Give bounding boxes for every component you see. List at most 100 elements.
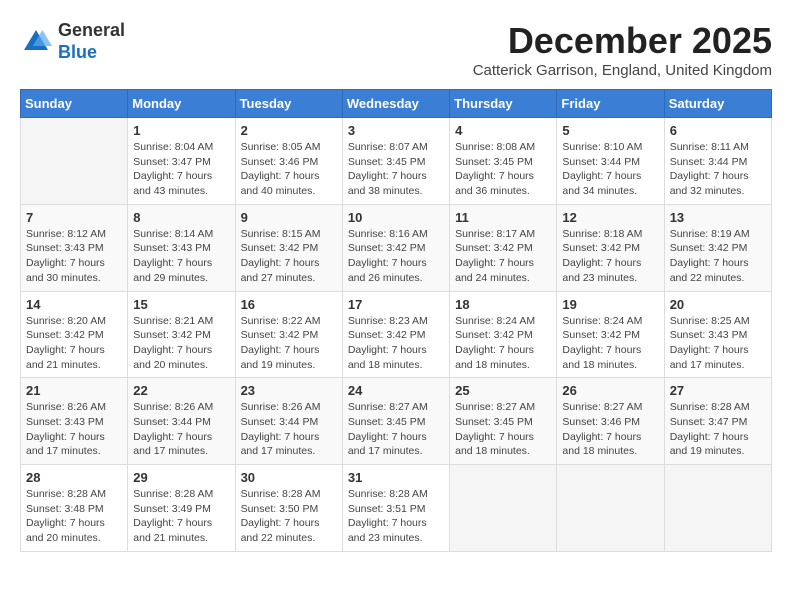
calendar-cell	[21, 118, 128, 205]
day-number: 5	[562, 123, 658, 138]
day-number: 23	[241, 383, 337, 398]
calendar-week-row: 14Sunrise: 8:20 AMSunset: 3:42 PMDayligh…	[21, 291, 772, 378]
day-number: 30	[241, 470, 337, 485]
calendar-cell: 29 Sunrise: 8:28 AMSunset: 3:49 PMDayligh…	[128, 465, 235, 552]
day-info: Sunrise: 8:28 AMSunset: 3:51 PMDaylight:…	[348, 487, 444, 546]
day-number: 9	[241, 210, 337, 225]
calendar-cell: 20Sunrise: 8:25 AMSunset: 3:43 PMDayligh…	[664, 291, 771, 378]
day-info: Sunrise: 8:26 AMSunset: 3:44 PMDaylight:…	[133, 400, 229, 459]
day-number: 27	[670, 383, 766, 398]
day-number: 15	[133, 297, 229, 312]
weekday-header: Thursday	[450, 90, 557, 118]
day-number: 14	[26, 297, 122, 312]
day-info: Sunrise: 8:15 AMSunset: 3:42 PMDaylight:…	[241, 227, 337, 286]
weekday-header: Wednesday	[342, 90, 449, 118]
day-number: 7	[26, 210, 122, 225]
day-number: 10	[348, 210, 444, 225]
calendar-cell: 8 Sunrise: 8:14 AMSunset: 3:43 PMDaylight…	[128, 204, 235, 291]
weekday-header: Saturday	[664, 90, 771, 118]
day-number: 6	[670, 123, 766, 138]
day-number: 17	[348, 297, 444, 312]
calendar-cell: 15 Sunrise: 8:21 AMSunset: 3:42 PMDayligh…	[128, 291, 235, 378]
weekday-header: Friday	[557, 90, 664, 118]
calendar-cell: 11 Sunrise: 8:17 AMSunset: 3:42 PMDayligh…	[450, 204, 557, 291]
day-info: Sunrise: 8:07 AMSunset: 3:45 PMDaylight:…	[348, 140, 444, 199]
day-info: Sunrise: 8:19 AMSunset: 3:42 PMDaylight:…	[670, 227, 766, 286]
logo-text: General Blue	[58, 20, 125, 63]
day-info: Sunrise: 8:24 AMSunset: 3:42 PMDaylight:…	[455, 314, 551, 373]
day-number: 8	[133, 210, 229, 225]
day-info: Sunrise: 8:25 AMSunset: 3:43 PMDaylight:…	[670, 314, 766, 373]
weekday-header: Tuesday	[235, 90, 342, 118]
day-number: 28	[26, 470, 122, 485]
day-info: Sunrise: 8:26 AMSunset: 3:43 PMDaylight:…	[26, 400, 122, 459]
calendar-cell: 23 Sunrise: 8:26 AMSunset: 3:44 PMDayligh…	[235, 378, 342, 465]
day-number: 18	[455, 297, 551, 312]
day-number: 11	[455, 210, 551, 225]
calendar-cell: 13Sunrise: 8:19 AMSunset: 3:42 PMDayligh…	[664, 204, 771, 291]
day-number: 4	[455, 123, 551, 138]
calendar-cell: 26Sunrise: 8:27 AMSunset: 3:46 PMDayligh…	[557, 378, 664, 465]
day-info: Sunrise: 8:14 AMSunset: 3:43 PMDaylight:…	[133, 227, 229, 286]
calendar-cell: 2 Sunrise: 8:05 AMSunset: 3:46 PMDaylight…	[235, 118, 342, 205]
day-info: Sunrise: 8:28 AMSunset: 3:50 PMDaylight:…	[241, 487, 337, 546]
logo-blue: Blue	[58, 42, 97, 62]
calendar-week-row: 1 Sunrise: 8:04 AMSunset: 3:47 PMDaylight…	[21, 118, 772, 205]
calendar-cell	[450, 465, 557, 552]
day-info: Sunrise: 8:28 AMSunset: 3:49 PMDaylight:…	[133, 487, 229, 546]
calendar-week-row: 21Sunrise: 8:26 AMSunset: 3:43 PMDayligh…	[21, 378, 772, 465]
day-number: 16	[241, 297, 337, 312]
day-info: Sunrise: 8:27 AMSunset: 3:45 PMDaylight:…	[348, 400, 444, 459]
day-number: 24	[348, 383, 444, 398]
day-info: Sunrise: 8:24 AMSunset: 3:42 PMDaylight:…	[562, 314, 658, 373]
calendar-cell: 10 Sunrise: 8:16 AMSunset: 3:42 PMDayligh…	[342, 204, 449, 291]
day-number: 2	[241, 123, 337, 138]
calendar-cell: 4 Sunrise: 8:08 AMSunset: 3:45 PMDaylight…	[450, 118, 557, 205]
day-info: Sunrise: 8:04 AMSunset: 3:47 PMDaylight:…	[133, 140, 229, 199]
calendar-cell: 3 Sunrise: 8:07 AMSunset: 3:45 PMDaylight…	[342, 118, 449, 205]
day-info: Sunrise: 8:26 AMSunset: 3:44 PMDaylight:…	[241, 400, 337, 459]
calendar-cell: 6Sunrise: 8:11 AMSunset: 3:44 PMDaylight…	[664, 118, 771, 205]
calendar-cell: 17Sunrise: 8:23 AMSunset: 3:42 PMDayligh…	[342, 291, 449, 378]
day-number: 12	[562, 210, 658, 225]
day-number: 1	[133, 123, 229, 138]
calendar-cell: 19 Sunrise: 8:24 AMSunset: 3:42 PMDayligh…	[557, 291, 664, 378]
calendar-cell: 18 Sunrise: 8:24 AMSunset: 3:42 PMDayligh…	[450, 291, 557, 378]
day-info: Sunrise: 8:27 AMSunset: 3:46 PMDaylight:…	[562, 400, 658, 459]
calendar-cell: 30 Sunrise: 8:28 AMSunset: 3:50 PMDayligh…	[235, 465, 342, 552]
calendar-cell: 31 Sunrise: 8:28 AMSunset: 3:51 PMDayligh…	[342, 465, 449, 552]
calendar-cell: 16Sunrise: 8:22 AMSunset: 3:42 PMDayligh…	[235, 291, 342, 378]
logo-general: General	[58, 20, 125, 40]
calendar-cell: 12Sunrise: 8:18 AMSunset: 3:42 PMDayligh…	[557, 204, 664, 291]
calendar-cell	[664, 465, 771, 552]
calendar-cell: 24 Sunrise: 8:27 AMSunset: 3:45 PMDayligh…	[342, 378, 449, 465]
day-info: Sunrise: 8:28 AMSunset: 3:48 PMDaylight:…	[26, 487, 122, 546]
day-number: 31	[348, 470, 444, 485]
calendar-week-row: 7Sunrise: 8:12 AMSunset: 3:43 PMDaylight…	[21, 204, 772, 291]
day-number: 3	[348, 123, 444, 138]
calendar-cell: 7Sunrise: 8:12 AMSunset: 3:43 PMDaylight…	[21, 204, 128, 291]
calendar-cell: 22Sunrise: 8:26 AMSunset: 3:44 PMDayligh…	[128, 378, 235, 465]
day-info: Sunrise: 8:28 AMSunset: 3:47 PMDaylight:…	[670, 400, 766, 459]
calendar-week-row: 28 Sunrise: 8:28 AMSunset: 3:48 PMDayligh…	[21, 465, 772, 552]
day-number: 29	[133, 470, 229, 485]
calendar-header-row: SundayMondayTuesdayWednesdayThursdayFrid…	[21, 90, 772, 118]
calendar-cell: 1 Sunrise: 8:04 AMSunset: 3:47 PMDaylight…	[128, 118, 235, 205]
day-info: Sunrise: 8:10 AMSunset: 3:44 PMDaylight:…	[562, 140, 658, 199]
calendar-cell: 21Sunrise: 8:26 AMSunset: 3:43 PMDayligh…	[21, 378, 128, 465]
day-info: Sunrise: 8:17 AMSunset: 3:42 PMDaylight:…	[455, 227, 551, 286]
month-title: December 2025	[473, 20, 772, 62]
calendar-cell: 14Sunrise: 8:20 AMSunset: 3:42 PMDayligh…	[21, 291, 128, 378]
title-block: December 2025 Catterick Garrison, Englan…	[473, 20, 772, 79]
page-header: General Blue December 2025 Catterick Gar…	[20, 20, 772, 79]
day-number: 19	[562, 297, 658, 312]
weekday-header: Sunday	[21, 90, 128, 118]
calendar-cell	[557, 465, 664, 552]
day-number: 25	[455, 383, 551, 398]
calendar-cell: 5 Sunrise: 8:10 AMSunset: 3:44 PMDaylight…	[557, 118, 664, 205]
day-info: Sunrise: 8:16 AMSunset: 3:42 PMDaylight:…	[348, 227, 444, 286]
day-info: Sunrise: 8:27 AMSunset: 3:45 PMDaylight:…	[455, 400, 551, 459]
day-info: Sunrise: 8:08 AMSunset: 3:45 PMDaylight:…	[455, 140, 551, 199]
day-info: Sunrise: 8:21 AMSunset: 3:42 PMDaylight:…	[133, 314, 229, 373]
day-info: Sunrise: 8:05 AMSunset: 3:46 PMDaylight:…	[241, 140, 337, 199]
